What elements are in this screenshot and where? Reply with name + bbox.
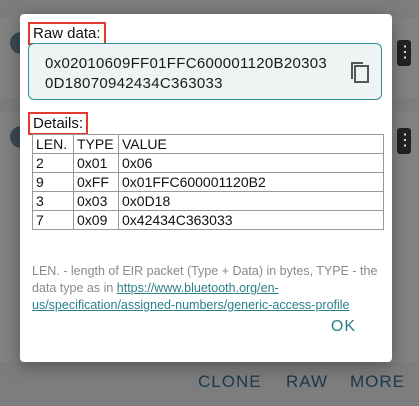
raw-data-value: 0x02010609FF01FFC600001120B203030D180709… [45,55,328,92]
cell-value: 0x06 [118,153,384,173]
ok-button[interactable]: OK [331,318,356,336]
cell-len: 7 [32,210,74,230]
details-label: Details: [28,112,89,135]
clone-button[interactable]: CLONE [198,372,262,392]
cell-value: 0x42434C363033 [118,210,384,230]
cell-type: 0x03 [73,191,119,211]
table-header-row: LEN. TYPE VALUE [32,134,384,154]
cell-value: 0x0D18 [118,191,384,211]
cell-len: 2 [32,153,74,173]
table-row: 9 0xFF 0x01FFC600001120B2 [32,172,384,192]
card-actions: CLONE RAW MORE [0,372,419,396]
raw-data-dialog: Raw data: 0x02010609FF01FFC600001120B203… [20,14,392,362]
more-menu-icon-2[interactable]: ⋮ [397,128,413,154]
table-legend-note: LEN. - length of EIR packet (Type + Data… [32,263,388,314]
cell-len: 9 [32,172,74,192]
more-button[interactable]: MORE [350,372,405,392]
table-row: 3 0x03 0x0D18 [32,191,384,211]
header-type: TYPE [73,134,119,154]
copy-icon[interactable] [348,60,372,86]
more-menu-icon-1[interactable]: ⋮ [397,40,413,66]
header-len: LEN. [32,134,74,154]
table-row: 2 0x01 0x06 [32,153,384,173]
header-value: VALUE [118,134,384,154]
raw-data-label: Raw data: [28,22,106,45]
cell-len: 3 [32,191,74,211]
raw-button[interactable]: RAW [286,372,328,392]
raw-data-box: 0x02010609FF01FFC600001120B203030D180709… [28,43,382,100]
cell-type: 0x09 [73,210,119,230]
cell-value: 0x01FFC600001120B2 [118,172,384,192]
details-table: LEN. TYPE VALUE 2 0x01 0x06 9 0xFF 0x01F… [32,134,384,230]
cell-type: 0x01 [73,153,119,173]
cell-type: 0xFF [73,172,119,192]
table-row: 7 0x09 0x42434C363033 [32,210,384,230]
